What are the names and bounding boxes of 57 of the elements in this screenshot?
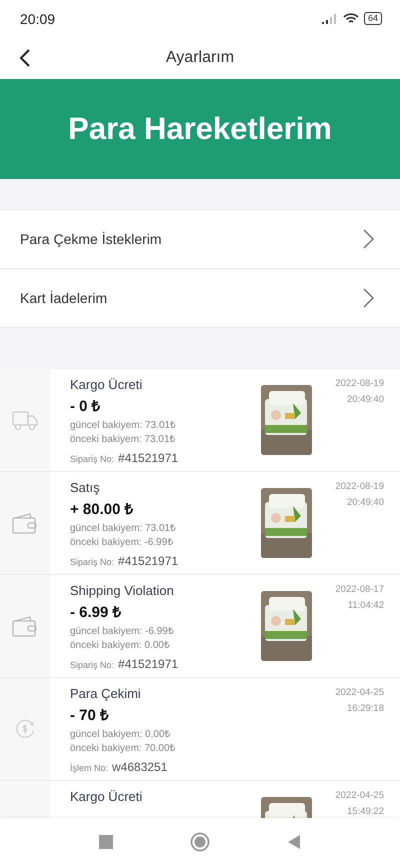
previous-balance: önceki bakiyem: 0.00₺ bbox=[70, 640, 171, 652]
reference-number: #41521971 bbox=[118, 554, 178, 568]
transaction-title: Kargo Ücreti bbox=[70, 377, 144, 392]
transaction-amount: - 70 ₺ bbox=[70, 706, 110, 724]
transaction-row[interactable]: Kargo Ücreti - 0 ₺ güncel bakiyem: 73.01₺ önceki bakiyem: 73.01₺ Sipariş No: #41521971 2022-08-19 20:49:40 bbox=[0, 369, 400, 472]
transaction-time: 20:49:40 bbox=[347, 394, 384, 405]
reference-label: Sipariş No: bbox=[70, 660, 114, 670]
back-nav-icon[interactable] bbox=[287, 835, 302, 849]
previous-balance: önceki bakiyem: 73.01₺ bbox=[70, 434, 177, 446]
transaction-date: 2022-04-25 bbox=[335, 687, 384, 698]
menu-item[interactable]: Kart İadelerim bbox=[0, 268, 400, 328]
transaction-time: 20:49:40 bbox=[347, 497, 384, 508]
wallet-icon bbox=[12, 512, 38, 534]
transaction-date: 2022-08-19 bbox=[335, 378, 384, 389]
transaction-date: 2022-08-17 bbox=[335, 584, 384, 595]
back-icon[interactable] bbox=[18, 47, 32, 69]
transaction-title: Kargo Ücreti bbox=[70, 789, 144, 804]
transaction-date: 2022-04-25 bbox=[335, 790, 384, 801]
current-balance: güncel bakiyem: 73.01₺ bbox=[70, 420, 178, 432]
chevron-icon bbox=[362, 228, 374, 250]
transaction-row[interactable]: Kargo Ücreti 2022-04-25 15:49:22 bbox=[0, 781, 400, 818]
transaction-date: 2022-08-19 bbox=[335, 481, 384, 492]
reference-label: Sipariş No: bbox=[70, 557, 114, 567]
recents-icon[interactable] bbox=[98, 835, 113, 849]
transaction-title: Shipping Violation bbox=[70, 583, 175, 598]
page-title: Ayarlarım bbox=[166, 49, 234, 67]
previous-balance: önceki bakiyem: -6.99₺ bbox=[70, 537, 174, 549]
reference-number: #41521971 bbox=[118, 451, 178, 465]
current-balance: güncel bakiyem: -6.99₺ bbox=[70, 626, 175, 638]
banner-title: Para Hareketlerim bbox=[68, 111, 332, 147]
truck-icon bbox=[12, 409, 38, 431]
previous-balance: önceki bakiyem: 70.00₺ bbox=[70, 743, 177, 755]
reference-number: #41521971 bbox=[118, 657, 178, 671]
transaction-amount: - 6.99 ₺ bbox=[70, 603, 123, 621]
transaction-time: 11:04:42 bbox=[348, 600, 384, 611]
status-time: 20:09 bbox=[20, 10, 56, 26]
menu-item[interactable]: Para Çekme İsteklerim bbox=[0, 209, 400, 269]
transaction-row[interactable]: Shipping Violation - 6.99 ₺ güncel bakiyem: -6.99₺ önceki bakiyem: 0.00₺ Sipariş No: #41521971 2022-08-17 11:04:42 bbox=[0, 575, 400, 678]
transaction-row[interactable]: Para Çekimi - 70 ₺ güncel bakiyem: 0.00₺ önceki bakiyem: 70.00₺ İşlem No: w4683251 2022-04-25 16:29:18 bbox=[0, 678, 400, 781]
current-balance: güncel bakiyem: 73.01₺ bbox=[70, 523, 178, 535]
transaction-title: Para Çekimi bbox=[70, 686, 142, 701]
battery-indicator: 64 bbox=[364, 12, 382, 25]
current-balance: güncel bakiyem: 0.00₺ bbox=[70, 729, 172, 741]
transaction-title: Satış bbox=[70, 480, 101, 495]
chevron-icon bbox=[362, 287, 374, 309]
reference-label: İşlem No: bbox=[70, 763, 108, 773]
transaction-time: 15:49:22 bbox=[347, 806, 384, 817]
transaction-time: 16:29:18 bbox=[347, 703, 384, 714]
wallet-icon bbox=[12, 615, 38, 637]
wifi-icon bbox=[342, 12, 359, 24]
transaction-amount: + 80.00 ₺ bbox=[70, 500, 135, 518]
transaction-amount: - 0 ₺ bbox=[70, 397, 102, 415]
home-icon[interactable] bbox=[190, 832, 210, 852]
transaction-row[interactable]: Satış + 80.00 ₺ güncel bakiyem: 73.01₺ önceki bakiyem: -6.99₺ Sipariş No: #41521971 2022-08-19 20:49:40 bbox=[0, 472, 400, 575]
reference-label: Sipariş No: bbox=[70, 454, 114, 464]
signal-icon bbox=[322, 14, 338, 24]
reference-number: w4683251 bbox=[112, 760, 168, 774]
